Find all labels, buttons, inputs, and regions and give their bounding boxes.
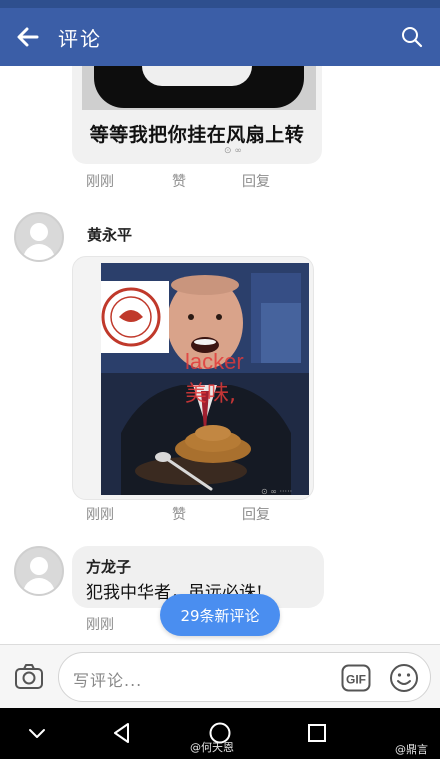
comment-time: 刚刚 (86, 617, 114, 633)
comment-input-placeholder: 写评论... (73, 671, 143, 690)
like-button[interactable]: 赞 (172, 504, 242, 524)
nav-back-button[interactable] (109, 720, 135, 746)
reply-button[interactable]: 回复 (242, 171, 270, 191)
nav-collapse-button[interactable] (24, 720, 50, 746)
comment-actions: 刚刚 赞 回复 (86, 171, 270, 191)
comment-image-card[interactable]: lacker 美味, ⊙ ∞ ····· (72, 256, 314, 500)
comment-composer: 写评论... GIF (0, 644, 440, 708)
system-nav-bar: @何天恩 @鼎言 (0, 708, 440, 759)
comment-username[interactable]: 黄永平 (87, 224, 132, 245)
watermark: @何天恩 (190, 741, 234, 754)
comment-input[interactable]: 写评论... GIF (58, 652, 431, 702)
emoji-icon (390, 664, 418, 692)
back-button[interactable] (0, 8, 56, 66)
watermark: @鼎言 (395, 743, 428, 756)
page-title: 评论 (58, 26, 102, 51)
search-icon (402, 27, 423, 48)
comment-actions: 刚刚 (86, 614, 114, 634)
svg-text:GIF: GIF (346, 673, 366, 687)
camera-icon (15, 664, 43, 689)
avatar[interactable] (14, 546, 64, 596)
square-recents-icon (308, 724, 326, 742)
status-bar (0, 0, 440, 8)
comment-time: 刚刚 (86, 507, 114, 523)
nav-recents-button[interactable] (304, 720, 330, 746)
comment-actions: 刚刚 赞 回复 (86, 504, 270, 524)
svg-text:美味,: 美味, (185, 382, 236, 407)
image-watermark: ⊙ ∞ ····· (261, 487, 293, 496)
comment-username[interactable]: 方龙子 (86, 556, 131, 577)
gif-icon: GIF (341, 664, 371, 692)
comment-image-card[interactable]: 等等我把你挂在风扇上转 ⊙ ∞ (72, 66, 322, 164)
gif-button[interactable]: GIF (341, 664, 371, 692)
avatar[interactable] (14, 212, 64, 262)
image-watermark: ⊙ ∞ (224, 146, 242, 156)
image-caption: 等等我把你挂在风扇上转 (89, 124, 305, 146)
chevron-down-icon (29, 729, 45, 738)
meme-image: lacker 美味, (101, 263, 309, 495)
search-button[interactable] (398, 22, 426, 52)
svg-text:lacker: lacker (185, 349, 244, 374)
emoji-button[interactable] (389, 663, 419, 693)
camera-button[interactable] (13, 661, 45, 693)
comment-time: 刚刚 (86, 174, 114, 190)
new-comments-button[interactable]: 29条新评论 (160, 594, 280, 636)
triangle-back-icon (114, 723, 129, 743)
like-button[interactable]: 赞 (172, 171, 242, 191)
meme-image (82, 66, 316, 110)
reply-button[interactable]: 回复 (242, 504, 270, 524)
comment-feed[interactable]: 等等我把你挂在风扇上转 ⊙ ∞ 刚刚 赞 回复 黄永平 lacker 美味, ⊙… (0, 66, 440, 644)
arrow-left-icon (17, 27, 39, 47)
app-bar: 评论 (0, 8, 440, 66)
